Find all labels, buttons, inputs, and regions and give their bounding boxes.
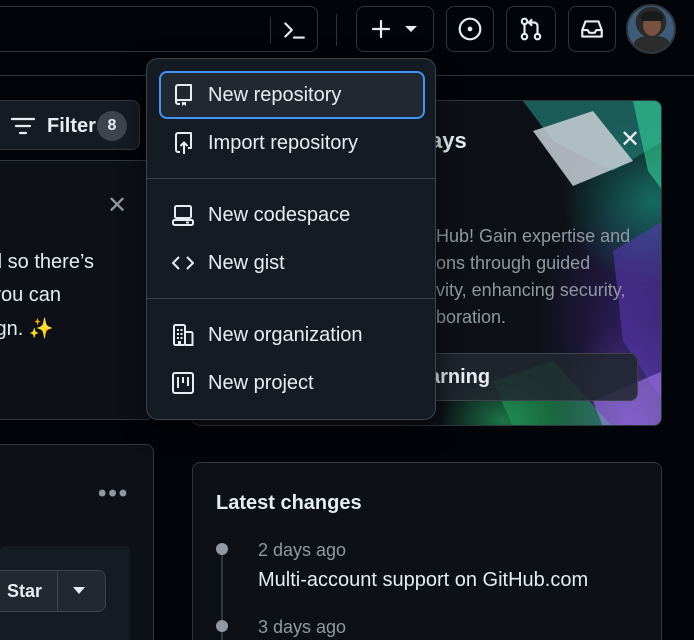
create-new-menu: New repository Import repository New cod… [146,58,436,420]
promo-text-line-2: ons through guided [436,253,591,273]
left-dashboard-card: ✕ d so there’s you can ign. ✨ [0,160,154,420]
menu-item-new-codespace[interactable]: New codespace [161,193,423,237]
change-date: 2 days ago [258,540,347,560]
issue-opened-icon [458,17,482,41]
menu-item-new-repository[interactable]: New repository [159,71,425,119]
menu-item-label: New organization [208,324,363,346]
filter-count-badge: 8 [97,111,127,141]
menu-item-import-repository[interactable]: Import repository [161,121,423,165]
card-text-line-2: you can [0,284,62,306]
promo-text-line-4: boration. [436,307,507,327]
menu-divider [147,178,435,179]
menu-item-label: New repository [208,84,342,106]
avatar-hair [641,11,663,21]
terminal-icon[interactable] [281,17,307,43]
create-new-button[interactable] [356,6,434,52]
menu-item-new-gist[interactable]: New gist [161,241,423,285]
card-text-line-1: d so there’s [0,251,95,273]
menu-item-new-project[interactable]: New project [161,361,423,405]
menu-item-new-organization[interactable]: New organization [161,313,423,357]
latest-changes-title: Latest changes [216,492,362,514]
star-label: Star [7,581,43,601]
change-date: 3 days ago [258,617,347,637]
menu-item-label: New codespace [208,204,351,226]
inbox-icon [581,20,603,38]
more-options-icon[interactable]: ••• [98,480,129,508]
project-icon [172,372,194,394]
close-icon[interactable]: ✕ [107,191,127,220]
search-input[interactable] [0,6,318,52]
filter-button[interactable]: Filter 8 [0,100,140,150]
star-divider [57,571,58,611]
promo-text-line-3: vity, enhancing security, [436,280,626,300]
star-button[interactable]: Star [0,570,106,612]
menu-item-label: New project [208,372,314,394]
repo-icon [175,84,192,106]
pull-requests-button[interactable] [506,6,556,52]
issues-button[interactable] [446,6,494,52]
search-divider [270,17,271,43]
timeline-dot [216,543,228,555]
repo-push-icon [175,132,192,154]
git-pull-request-icon [520,17,542,41]
menu-item-label: Import repository [208,132,359,154]
inbox-button[interactable] [568,6,616,52]
menu-item-label: New gist [208,252,285,274]
filter-icon [11,117,35,135]
avatar-body [634,36,670,52]
card-text-line-3: ign. ✨ [0,318,54,340]
organization-icon [173,324,194,346]
avatar[interactable] [626,4,676,54]
change-title-link[interactable]: Multi-account support on GitHub.com [258,569,588,592]
header-separator [336,14,337,46]
codespaces-icon [172,205,194,226]
timeline-dot [216,620,228,632]
code-icon [172,256,194,270]
chevron-down-icon[interactable] [73,587,85,594]
promo-text-line-1: Hub! Gain expertise and [436,226,631,246]
plus-icon [371,19,417,39]
menu-divider [147,298,435,299]
close-icon[interactable]: ✕ [620,125,640,154]
filter-label: Filter [47,115,96,137]
start-learning-label: arning [429,366,491,388]
